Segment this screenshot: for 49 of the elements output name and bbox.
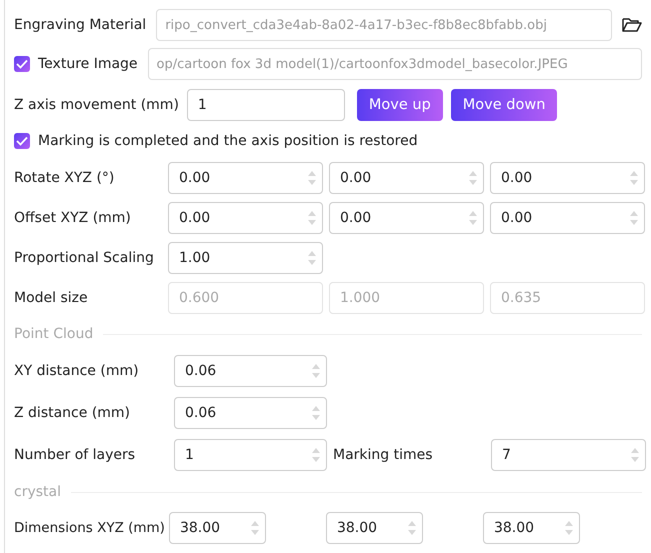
spinner-icon[interactable] [308,210,316,226]
move-button[interactable]: Move down [450,89,558,121]
field-label: Number of layers [14,447,136,463]
number-field[interactable]: 0.00 [490,162,645,194]
checkbox[interactable] [14,56,30,72]
field-label: Model size [14,290,89,306]
field-label: Engraving Material [14,17,146,33]
section-title: Point Cloud [14,326,94,342]
spinner-icon[interactable] [408,520,416,536]
spinner-icon[interactable] [469,170,477,186]
checkbox-label: Marking is completed and the axis position is restored [38,133,418,149]
folder-icon[interactable] [622,17,642,33]
spinner-icon[interactable] [312,405,320,421]
spinner-icon[interactable] [308,170,316,186]
number-field[interactable]: 1 [174,439,327,471]
field-label: Dimensions XYZ (mm) [14,520,165,536]
text-field[interactable]: 1 [186,89,345,121]
number-field[interactable]: 1.00 [168,242,323,274]
section-title: crystal [14,484,61,500]
field-label: Offset XYZ (mm) [14,210,132,226]
spinner-icon[interactable] [312,447,320,463]
field-label: Rotate XYZ (°) [14,170,116,186]
spinner-icon[interactable] [308,250,316,266]
spinner-icon[interactable] [630,170,638,186]
spinner-icon[interactable] [312,363,320,379]
spinner-icon[interactable] [564,520,573,536]
number-field[interactable]: 0.00 [168,162,323,194]
spinner-icon[interactable] [631,447,639,463]
spinner-icon[interactable] [469,210,477,226]
number-field[interactable]: 0.00 [168,202,323,234]
checkbox-label: Texture Image [38,56,138,72]
field-label: XY distance (mm) [14,363,140,379]
number-field[interactable]: 7 [491,439,646,471]
number-field[interactable]: 0.06 [174,355,327,387]
spinner-icon[interactable] [630,210,638,226]
number-field[interactable]: 38.00 [168,512,266,544]
field-label: Z axis movement (mm) [14,97,179,113]
number-field[interactable]: 0.00 [329,162,484,194]
move-button[interactable]: Move up [356,89,443,121]
spinner-icon[interactable] [250,520,259,536]
field-label: Marking times [333,447,434,463]
number-field[interactable]: 0.00 [329,202,484,234]
number-field[interactable]: 38.00 [482,512,580,544]
checkbox[interactable] [14,133,30,149]
field-label: Z distance (mm) [14,405,132,421]
number-field[interactable]: 38.00 [326,512,423,544]
number-field[interactable]: 0.00 [490,202,645,234]
number-field[interactable]: 0.06 [174,397,327,429]
field-label: Proportional Scaling [14,250,155,266]
